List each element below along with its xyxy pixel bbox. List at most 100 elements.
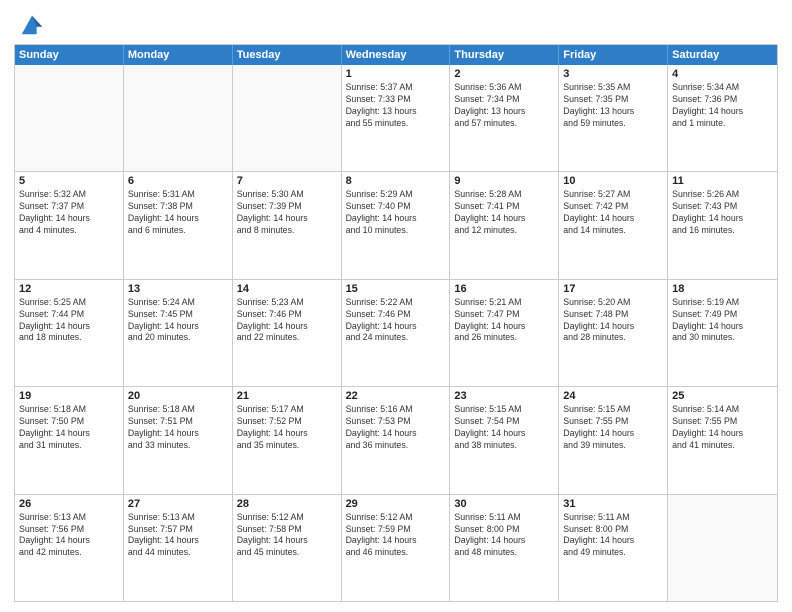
page: SundayMondayTuesdayWednesdayThursdayFrid…: [0, 0, 792, 612]
calendar-cell: [15, 65, 124, 171]
day-number: 14: [237, 283, 337, 295]
calendar-row: 19 Sunrise: 5:18 AM Sunset: 7:50 PM Dayli…: [15, 386, 777, 493]
calendar-row: 26 Sunrise: 5:13 AM Sunset: 7:56 PM Dayli…: [15, 494, 777, 601]
cell-content: Sunrise: 5:16 AM Sunset: 7:53 PM Dayligh…: [346, 404, 446, 452]
calendar-cell: 25 Sunrise: 5:14 AM Sunset: 7:55 PM Dayli…: [668, 387, 777, 493]
day-number: 5: [19, 175, 119, 187]
cell-content: Sunrise: 5:18 AM Sunset: 7:50 PM Dayligh…: [19, 404, 119, 452]
day-number: 19: [19, 390, 119, 402]
calendar-row: 12 Sunrise: 5:25 AM Sunset: 7:44 PM Dayli…: [15, 279, 777, 386]
cell-content: Sunrise: 5:27 AM Sunset: 7:42 PM Dayligh…: [563, 189, 663, 237]
day-number: 8: [346, 175, 446, 187]
cell-content: Sunrise: 5:32 AM Sunset: 7:37 PM Dayligh…: [19, 189, 119, 237]
calendar-cell: 11 Sunrise: 5:26 AM Sunset: 7:43 PM Dayli…: [668, 172, 777, 278]
day-number: 10: [563, 175, 663, 187]
day-number: 17: [563, 283, 663, 295]
logo-icon: [18, 10, 46, 38]
calendar-cell: 12 Sunrise: 5:25 AM Sunset: 7:44 PM Dayli…: [15, 280, 124, 386]
cell-content: Sunrise: 5:30 AM Sunset: 7:39 PM Dayligh…: [237, 189, 337, 237]
calendar-cell: 3Sunrise: 5:35 AM Sunset: 7:35 PM Daylig…: [559, 65, 668, 171]
day-number: 7: [237, 175, 337, 187]
calendar: SundayMondayTuesdayWednesdayThursdayFrid…: [14, 44, 778, 602]
day-number: 25: [672, 390, 773, 402]
calendar-cell: 27 Sunrise: 5:13 AM Sunset: 7:57 PM Dayli…: [124, 495, 233, 601]
weekday-header: Thursday: [450, 45, 559, 65]
calendar-body: 1Sunrise: 5:37 AM Sunset: 7:33 PM Daylig…: [15, 65, 777, 601]
weekday-header: Sunday: [15, 45, 124, 65]
calendar-cell: 15 Sunrise: 5:22 AM Sunset: 7:46 PM Dayli…: [342, 280, 451, 386]
day-number: 4: [672, 68, 773, 80]
calendar-cell: 20 Sunrise: 5:18 AM Sunset: 7:51 PM Dayli…: [124, 387, 233, 493]
cell-content: Sunrise: 5:21 AM Sunset: 7:47 PM Dayligh…: [454, 297, 554, 345]
cell-content: Sunrise: 5:34 AM Sunset: 7:36 PM Dayligh…: [672, 82, 773, 130]
day-number: 22: [346, 390, 446, 402]
calendar-cell: 9Sunrise: 5:28 AM Sunset: 7:41 PM Daylig…: [450, 172, 559, 278]
calendar-cell: 31 Sunrise: 5:11 AM Sunset: 8:00 PM Dayli…: [559, 495, 668, 601]
day-number: 28: [237, 498, 337, 510]
weekday-header: Wednesday: [342, 45, 451, 65]
day-number: 13: [128, 283, 228, 295]
cell-content: Sunrise: 5:37 AM Sunset: 7:33 PM Dayligh…: [346, 82, 446, 130]
calendar-cell: 10 Sunrise: 5:27 AM Sunset: 7:42 PM Dayli…: [559, 172, 668, 278]
cell-content: Sunrise: 5:18 AM Sunset: 7:51 PM Dayligh…: [128, 404, 228, 452]
day-number: 2: [454, 68, 554, 80]
cell-content: Sunrise: 5:24 AM Sunset: 7:45 PM Dayligh…: [128, 297, 228, 345]
calendar-cell: 26 Sunrise: 5:13 AM Sunset: 7:56 PM Dayli…: [15, 495, 124, 601]
day-number: 23: [454, 390, 554, 402]
weekday-header: Tuesday: [233, 45, 342, 65]
day-number: 31: [563, 498, 663, 510]
calendar-cell: 19 Sunrise: 5:18 AM Sunset: 7:50 PM Dayli…: [15, 387, 124, 493]
calendar-cell: 24Sunrise: 5:15 AM Sunset: 7:55 PM Dayli…: [559, 387, 668, 493]
calendar-row: 5 Sunrise: 5:32 AM Sunset: 7:37 PM Daylig…: [15, 171, 777, 278]
cell-content: Sunrise: 5:15 AM Sunset: 7:54 PM Dayligh…: [454, 404, 554, 452]
calendar-cell: 30Sunrise: 5:11 AM Sunset: 8:00 PM Dayli…: [450, 495, 559, 601]
calendar-cell: 16 Sunrise: 5:21 AM Sunset: 7:47 PM Dayli…: [450, 280, 559, 386]
cell-content: Sunrise: 5:13 AM Sunset: 7:57 PM Dayligh…: [128, 512, 228, 560]
day-number: 26: [19, 498, 119, 510]
calendar-cell: 7 Sunrise: 5:30 AM Sunset: 7:39 PM Daylig…: [233, 172, 342, 278]
cell-content: Sunrise: 5:31 AM Sunset: 7:38 PM Dayligh…: [128, 189, 228, 237]
calendar-cell: 17 Sunrise: 5:20 AM Sunset: 7:48 PM Dayli…: [559, 280, 668, 386]
cell-content: Sunrise: 5:17 AM Sunset: 7:52 PM Dayligh…: [237, 404, 337, 452]
calendar-cell: 4 Sunrise: 5:34 AM Sunset: 7:36 PM Daylig…: [668, 65, 777, 171]
day-number: 16: [454, 283, 554, 295]
calendar-row: 1Sunrise: 5:37 AM Sunset: 7:33 PM Daylig…: [15, 65, 777, 171]
cell-content: Sunrise: 5:26 AM Sunset: 7:43 PM Dayligh…: [672, 189, 773, 237]
calendar-cell: [668, 495, 777, 601]
cell-content: Sunrise: 5:15 AM Sunset: 7:55 PM Dayligh…: [563, 404, 663, 452]
day-number: 29: [346, 498, 446, 510]
cell-content: Sunrise: 5:28 AM Sunset: 7:41 PM Dayligh…: [454, 189, 554, 237]
cell-content: Sunrise: 5:20 AM Sunset: 7:48 PM Dayligh…: [563, 297, 663, 345]
cell-content: Sunrise: 5:12 AM Sunset: 7:58 PM Dayligh…: [237, 512, 337, 560]
calendar-cell: 5 Sunrise: 5:32 AM Sunset: 7:37 PM Daylig…: [15, 172, 124, 278]
cell-content: Sunrise: 5:13 AM Sunset: 7:56 PM Dayligh…: [19, 512, 119, 560]
header: [14, 10, 778, 38]
calendar-cell: 22 Sunrise: 5:16 AM Sunset: 7:53 PM Dayli…: [342, 387, 451, 493]
day-number: 11: [672, 175, 773, 187]
weekday-header: Monday: [124, 45, 233, 65]
day-number: 21: [237, 390, 337, 402]
cell-content: Sunrise: 5:14 AM Sunset: 7:55 PM Dayligh…: [672, 404, 773, 452]
cell-content: Sunrise: 5:25 AM Sunset: 7:44 PM Dayligh…: [19, 297, 119, 345]
cell-content: Sunrise: 5:19 AM Sunset: 7:49 PM Dayligh…: [672, 297, 773, 345]
day-number: 30: [454, 498, 554, 510]
day-number: 15: [346, 283, 446, 295]
day-number: 20: [128, 390, 228, 402]
calendar-cell: [233, 65, 342, 171]
cell-content: Sunrise: 5:11 AM Sunset: 8:00 PM Dayligh…: [563, 512, 663, 560]
calendar-cell: 21 Sunrise: 5:17 AM Sunset: 7:52 PM Dayli…: [233, 387, 342, 493]
day-number: 18: [672, 283, 773, 295]
cell-content: Sunrise: 5:36 AM Sunset: 7:34 PM Dayligh…: [454, 82, 554, 130]
calendar-cell: 6Sunrise: 5:31 AM Sunset: 7:38 PM Daylig…: [124, 172, 233, 278]
calendar-cell: 2 Sunrise: 5:36 AM Sunset: 7:34 PM Daylig…: [450, 65, 559, 171]
calendar-cell: 18 Sunrise: 5:19 AM Sunset: 7:49 PM Dayli…: [668, 280, 777, 386]
cell-content: Sunrise: 5:23 AM Sunset: 7:46 PM Dayligh…: [237, 297, 337, 345]
day-number: 27: [128, 498, 228, 510]
day-number: 12: [19, 283, 119, 295]
cell-content: Sunrise: 5:22 AM Sunset: 7:46 PM Dayligh…: [346, 297, 446, 345]
weekday-header: Saturday: [668, 45, 777, 65]
cell-content: Sunrise: 5:29 AM Sunset: 7:40 PM Dayligh…: [346, 189, 446, 237]
calendar-cell: 13 Sunrise: 5:24 AM Sunset: 7:45 PM Dayli…: [124, 280, 233, 386]
cell-content: Sunrise: 5:12 AM Sunset: 7:59 PM Dayligh…: [346, 512, 446, 560]
calendar-cell: 29 Sunrise: 5:12 AM Sunset: 7:59 PM Dayli…: [342, 495, 451, 601]
